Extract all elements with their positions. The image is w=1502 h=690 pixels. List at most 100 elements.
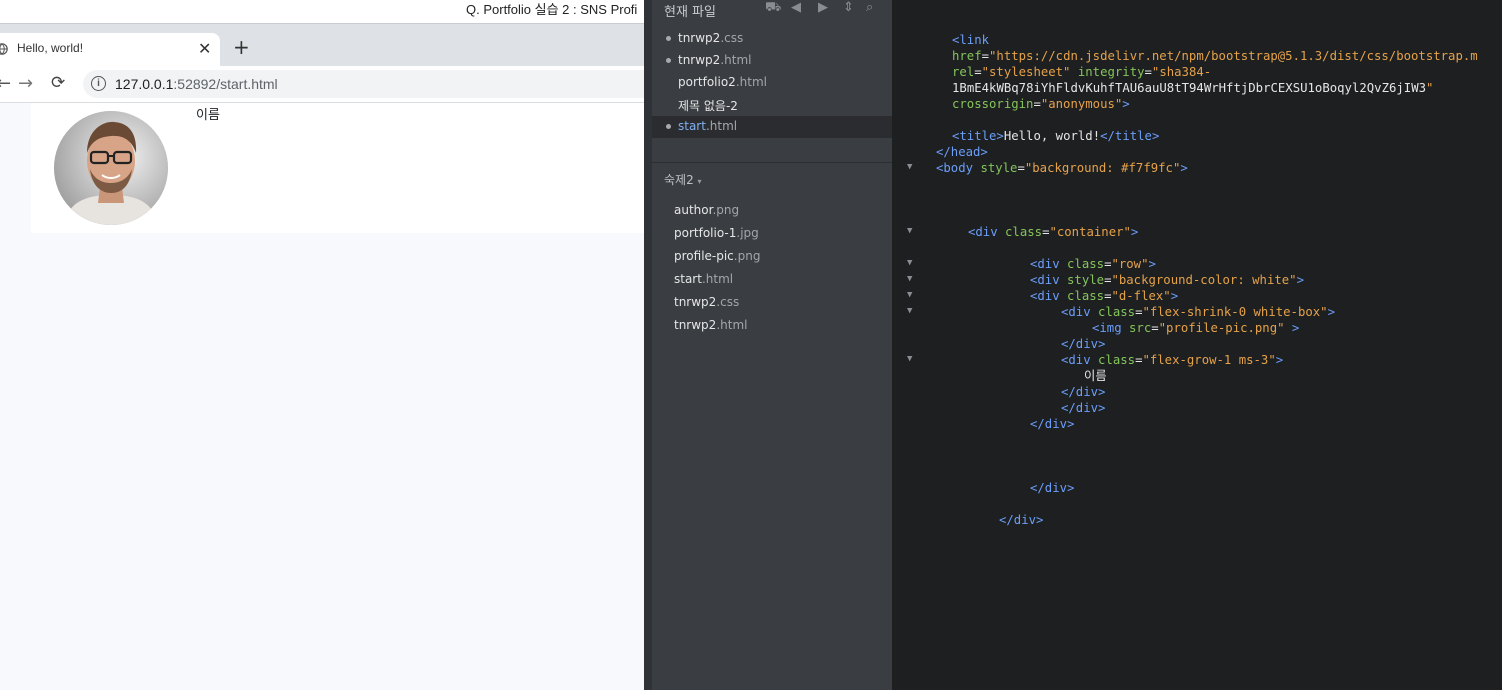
window-title: Q. Portfolio 실습 2 : SNS Profi — [466, 2, 638, 17]
url-host: 127.0.0.1 — [115, 76, 174, 92]
code-line: <img src="profile-pic.png" > — [1092, 321, 1300, 335]
file-extension: .html — [701, 272, 734, 286]
open-file-label: tnrwp2.css — [678, 31, 743, 45]
profile-row: 이름 — [31, 103, 644, 233]
open-files-header: 현재 파일 — [664, 5, 716, 20]
code-line: <div class="row"> — [1030, 257, 1156, 271]
profile-picture — [54, 111, 168, 225]
project-file-item[interactable]: start.html — [674, 272, 760, 295]
code-line: <body style="background: #f7f9fc"> — [936, 161, 1188, 175]
file-extension: .html — [716, 318, 748, 332]
code-line: <div class="d-flex"> — [1030, 289, 1179, 303]
browser-toolbar: ← → ⟳ i 127.0.0.1:52892/start.html — [0, 66, 644, 103]
file-extension: .html — [735, 75, 767, 89]
unsaved-dot-icon — [666, 124, 671, 129]
open-file-label: tnrwp2.html — [678, 53, 751, 67]
reload-icon[interactable]: ⟳ — [51, 73, 65, 93]
file-extension: .jpg — [736, 226, 759, 240]
code-line: rel="stylesheet" integrity="sha384- — [952, 65, 1212, 79]
file-extension: .html — [705, 119, 738, 133]
project-name: 숙제2 — [664, 173, 694, 187]
code-line: href="https://cdn.jsdelivr.net/npm/boots… — [952, 49, 1478, 63]
sort-icon[interactable]: ⇕ — [843, 0, 854, 15]
file-name: portfolio-1 — [674, 226, 737, 240]
browser-window: Q. Portfolio 실습 2 : SNS Profi Hello, wor… — [0, 0, 644, 690]
open-file-label: portfolio2.html — [678, 75, 767, 89]
file-name: author — [674, 203, 713, 217]
open-file-item[interactable]: tnrwp2.html — [652, 50, 892, 72]
project-title[interactable]: 숙제2 ▾ — [664, 171, 702, 188]
file-name: 제목 없음-2 — [678, 99, 738, 113]
code-line: </div> — [999, 513, 1044, 527]
browser-tab[interactable]: Hello, world! ✕ — [0, 33, 220, 66]
forward-arrow-icon[interactable]: → — [18, 73, 33, 94]
file-name: start — [674, 272, 702, 286]
file-name: tnrwp2 — [674, 318, 717, 332]
fold-toggle-icon[interactable]: ▼ — [907, 290, 912, 300]
project-file-item[interactable]: tnrwp2.html — [674, 318, 760, 341]
file-name: start — [678, 119, 706, 133]
project-file-item[interactable]: author.png — [674, 203, 760, 226]
file-extension: .css — [720, 31, 744, 45]
fold-toggle-icon[interactable]: ▼ — [907, 274, 912, 284]
url-path: :52892/start.html — [173, 76, 278, 92]
window-titlebar: Q. Portfolio 실습 2 : SNS Profi — [0, 0, 644, 23]
split-view-icon[interactable]: ⛟ — [765, 0, 781, 17]
open-file-item[interactable]: portfolio2.html — [652, 72, 892, 94]
fold-toggle-icon[interactable]: ▼ — [907, 226, 912, 236]
file-extension: .png — [712, 203, 740, 217]
globe-icon — [0, 43, 8, 55]
file-name: tnrwp2 — [678, 53, 721, 67]
code-line: <div class="flex-shrink-0 white-box"> — [1061, 305, 1335, 319]
unsaved-dot-icon — [666, 36, 671, 41]
open-file-label: 제목 없음-2 — [678, 97, 738, 114]
fold-toggle-icon[interactable]: ▼ — [907, 306, 912, 316]
project-file-tree: author.png portfolio-1.jpg profile-pic.png… — [674, 203, 760, 341]
open-file-item[interactable]: 제목 없음-2 — [652, 94, 892, 116]
project-file-item[interactable]: portfolio-1.jpg — [674, 226, 760, 249]
info-icon[interactable]: i — [91, 76, 106, 91]
fold-toggle-icon[interactable]: ▼ — [907, 258, 912, 268]
fold-toggle-icon[interactable]: ▼ — [907, 354, 912, 364]
code-line: crossorigin="anonymous"> — [952, 97, 1130, 111]
open-file-item[interactable]: start.html — [652, 116, 892, 138]
open-file-item[interactable]: tnrwp2.css — [652, 28, 892, 50]
code-line: </div> — [1061, 337, 1106, 351]
code-line: </head> — [936, 145, 988, 159]
url-text[interactable]: 127.0.0.1:52892/start.html — [115, 76, 278, 92]
search-icon[interactable]: ⌕ — [866, 0, 873, 15]
code-line: </div> — [1030, 417, 1075, 431]
code-line: 1BmE4kWBq78iYhFldvKuhfTAU6auU8tT94WrHftj… — [952, 81, 1434, 95]
code-line: <div style="background-color: white"> — [1030, 273, 1304, 287]
back-arrow-icon[interactable]: ← — [0, 73, 11, 94]
code-editor[interactable]: <link href="https://cdn.jsdelivr.net/npm/… — [892, 0, 1502, 690]
close-tab-icon[interactable]: ✕ — [198, 39, 211, 58]
address-bar[interactable]: i 127.0.0.1:52892/start.html — [83, 70, 644, 98]
new-tab-button[interactable]: + — [233, 37, 250, 57]
chevron-down-icon: ▾ — [697, 177, 702, 186]
tab-title: Hello, world! — [17, 41, 84, 55]
sidebar-edge — [644, 0, 652, 690]
fold-toggle-icon[interactable]: ▼ — [907, 162, 912, 172]
project-file-item[interactable]: tnrwp2.css — [674, 295, 760, 318]
file-name: tnrwp2 — [674, 295, 717, 309]
file-extension: .png — [733, 249, 761, 263]
sidebar-divider — [652, 162, 892, 163]
tab-strip: Hello, world! ✕ + — [0, 23, 644, 66]
code-line: <link — [952, 33, 990, 47]
previous-icon[interactable]: ◀ — [791, 0, 801, 15]
open-file-label: start.html — [678, 119, 737, 133]
file-extension: .css — [716, 295, 740, 309]
code-line: <div class="container"> — [968, 225, 1139, 239]
profile-name: 이름 — [196, 108, 220, 123]
project-file-item[interactable]: profile-pic.png — [674, 249, 760, 272]
code-line: </div> — [1030, 481, 1075, 495]
unsaved-dot-icon — [666, 58, 671, 63]
file-name: tnrwp2 — [678, 31, 721, 45]
code-line: <title>Hello, world!</title> — [952, 129, 1160, 143]
file-extension: .html — [720, 53, 752, 67]
file-name: profile-pic — [674, 249, 734, 263]
next-icon[interactable]: ▶ — [818, 0, 828, 15]
open-files-list: tnrwp2.css tnrwp2.html portfolio2.html 제목 없… — [652, 28, 892, 138]
code-line: </div> — [1061, 385, 1106, 399]
